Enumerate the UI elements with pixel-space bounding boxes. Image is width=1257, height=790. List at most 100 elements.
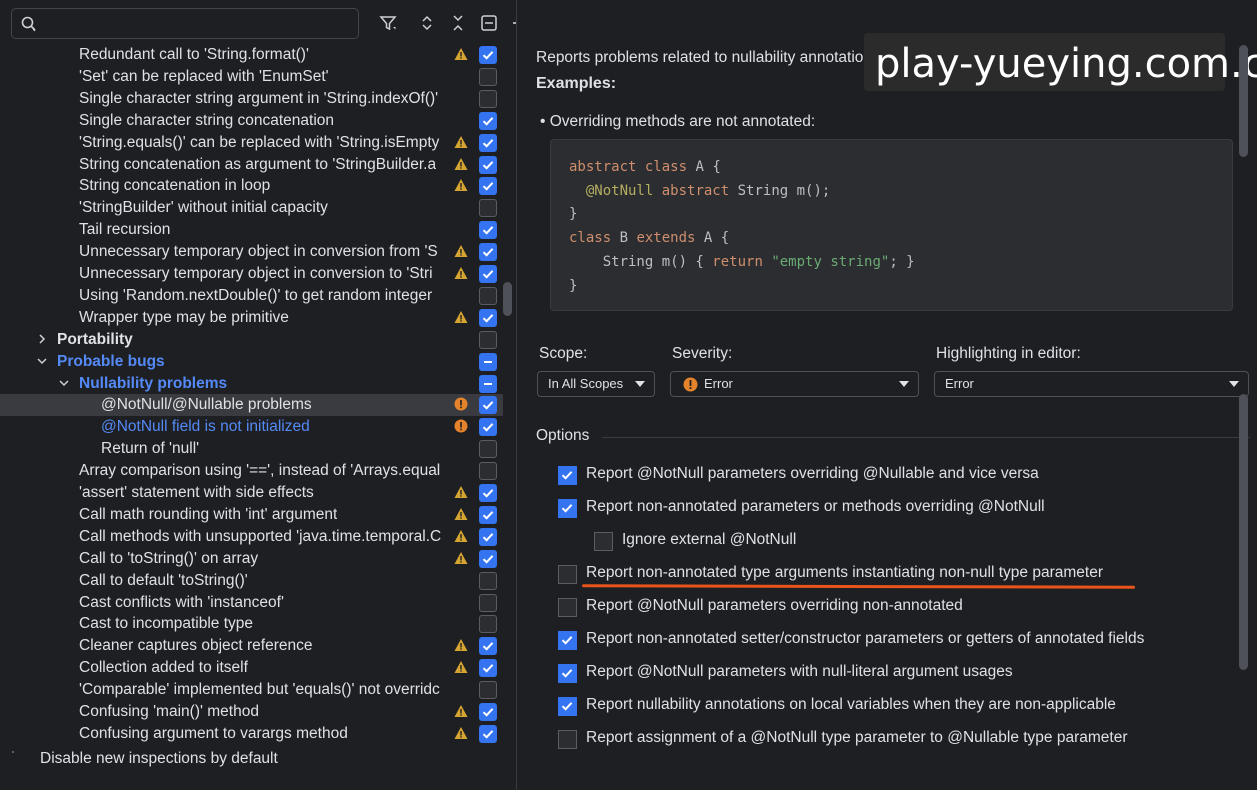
tree-row-checkbox[interactable]: [479, 505, 497, 524]
tree-row[interactable]: 'assert' statement with side effects: [0, 482, 503, 504]
option-label: Report nullability annotations on local …: [586, 696, 1116, 713]
search-icon: [21, 16, 36, 32]
tree-row[interactable]: Portability: [0, 329, 503, 351]
tree-row-checkbox[interactable]: [479, 133, 497, 152]
chevron-down-icon[interactable]: [57, 376, 71, 390]
tree-row-checkbox[interactable]: [479, 286, 497, 305]
tree-row-checkbox[interactable]: [479, 374, 497, 393]
tree-row-checkbox[interactable]: [479, 396, 497, 415]
filter-icon[interactable]: [377, 12, 399, 34]
examples-heading: Examples:: [536, 75, 617, 92]
tree-row-checkbox[interactable]: [479, 462, 497, 481]
details-scrollbar[interactable]: [1239, 45, 1248, 157]
tree-row-checkbox[interactable]: [479, 243, 497, 262]
tree-row[interactable]: String concatenation in loop: [0, 175, 503, 197]
chevron-down-icon[interactable]: [35, 354, 49, 368]
tree-row-checkbox[interactable]: [479, 89, 497, 108]
tree-row[interactable]: Redundant call to 'String.format()': [0, 44, 503, 66]
search-input[interactable]: [46, 13, 346, 35]
tree-row[interactable]: Unnecessary temporary object in conversi…: [0, 241, 503, 263]
option-checkbox[interactable]: [558, 499, 577, 518]
tree-row-checkbox[interactable]: [479, 681, 497, 700]
tree-row-checkbox[interactable]: [479, 484, 497, 502]
option-checkbox[interactable]: [558, 598, 577, 617]
tree-row-label: 'assert' statement with side effects: [79, 484, 314, 501]
tree-row-checkbox[interactable]: [479, 221, 497, 240]
tree-row-checkbox[interactable]: [479, 46, 497, 64]
option-checkbox[interactable]: [558, 664, 577, 683]
highlighting-dropdown[interactable]: Error: [934, 371, 1249, 397]
tree-row-checkbox[interactable]: [479, 637, 497, 656]
code-token: abstract: [661, 182, 730, 199]
options-scrollbar[interactable]: [1239, 394, 1248, 670]
tree-row-checkbox[interactable]: [479, 330, 497, 349]
tree-row[interactable]: Tail recursion: [0, 219, 503, 241]
inspections-tree[interactable]: Redundant call to 'String.format()' 'Set'…: [0, 44, 503, 744]
tree-row[interactable]: Nullability problems: [0, 373, 503, 395]
tree-row-checkbox[interactable]: [479, 724, 497, 743]
tree-row[interactable]: Call to default 'toString()': [0, 570, 503, 592]
expand-all-icon[interactable]: [416, 12, 438, 34]
option-checkbox[interactable]: [558, 565, 577, 584]
tree-row[interactable]: Confusing 'main()' method: [0, 701, 503, 723]
tree-row[interactable]: Return of 'null': [0, 438, 503, 460]
tree-row[interactable]: Confusing argument to varargs method: [0, 723, 503, 744]
tree-row[interactable]: Call methods with unsupported 'java.time…: [0, 526, 503, 548]
tree-row-checkbox[interactable]: [479, 199, 497, 218]
tree-row[interactable]: 'String.equals()' can be replaced with '…: [0, 132, 503, 154]
tree-row-label: Call to default 'toString()': [79, 571, 248, 589]
tree-row[interactable]: Unnecessary temporary object in conversi…: [0, 263, 503, 285]
tree-row-checkbox[interactable]: [479, 177, 497, 196]
tree-row-checkbox[interactable]: [479, 308, 497, 327]
tree-row[interactable]: Array comparison using '==', instead of …: [0, 460, 503, 482]
severity-dropdown[interactable]: Error: [670, 371, 919, 397]
tree-row[interactable]: String concatenation as argument to 'Str…: [0, 154, 503, 176]
tree-row-checkbox[interactable]: [479, 527, 497, 546]
tree-row-checkbox[interactable]: [479, 440, 497, 459]
scope-dropdown[interactable]: In All Scopes: [537, 371, 655, 397]
tree-scrollbar[interactable]: [503, 282, 512, 316]
tree-row[interactable]: @NotNull/@Nullable problems: [0, 394, 503, 417]
tree-row[interactable]: Single character string concatenation: [0, 110, 503, 132]
option-checkbox[interactable]: [558, 631, 577, 650]
tree-row[interactable]: Using 'Random.nextDouble()' to get rando…: [0, 285, 503, 307]
warning-icon: [454, 135, 468, 148]
tree-row[interactable]: Call math rounding with 'int' argument: [0, 504, 503, 526]
tree-row-checkbox[interactable]: [479, 352, 497, 371]
tree-row-checkbox[interactable]: [479, 155, 497, 174]
collapse-all-icon[interactable]: [447, 12, 469, 34]
tree-row-checkbox[interactable]: [479, 549, 497, 568]
tree-row-checkbox[interactable]: [479, 418, 497, 437]
tree-row-checkbox[interactable]: [479, 703, 497, 721]
tree-row[interactable]: Cast to incompatible type: [0, 613, 503, 635]
tree-row[interactable]: Probable bugs: [0, 351, 503, 373]
warning-icon: [454, 179, 468, 192]
tree-row-label: Confusing argument to varargs method: [79, 724, 348, 742]
tree-row-checkbox[interactable]: [479, 615, 497, 634]
search-field[interactable]: [11, 8, 359, 39]
collapse-icon[interactable]: [478, 12, 500, 34]
warning-icon: [454, 266, 468, 280]
option-checkbox[interactable]: [558, 730, 577, 749]
tree-row[interactable]: Call to 'toString()' on array: [0, 548, 503, 570]
tree-row[interactable]: 'Comparable' implemented but 'equals()' …: [0, 679, 503, 701]
tree-row-checkbox[interactable]: [479, 659, 497, 678]
chevron-right-icon[interactable]: [35, 332, 49, 346]
tree-row-checkbox[interactable]: [479, 265, 497, 283]
tree-row-checkbox[interactable]: [479, 593, 497, 612]
tree-row-checkbox[interactable]: [479, 571, 497, 590]
option-checkbox[interactable]: [558, 466, 577, 485]
tree-row[interactable]: Cast conflicts with 'instanceof': [0, 592, 503, 614]
tree-row[interactable]: Cleaner captures object reference: [0, 635, 503, 657]
tree-row[interactable]: 'Set' can be replaced with 'EnumSet': [0, 66, 503, 88]
tree-row[interactable]: @NotNull field is not initialized: [0, 416, 503, 438]
option-checkbox[interactable]: [594, 532, 613, 551]
tree-row[interactable]: Collection added to itself: [0, 657, 503, 679]
disable-new-inspections-checkbox[interactable]: [12, 751, 14, 753]
tree-row[interactable]: 'StringBuilder' without initial capacity: [0, 197, 503, 219]
tree-row[interactable]: Single character string argument in 'Str…: [0, 88, 503, 110]
tree-row[interactable]: Wrapper type may be primitive: [0, 307, 503, 329]
tree-row-checkbox[interactable]: [479, 67, 497, 86]
option-checkbox[interactable]: [558, 697, 577, 716]
tree-row-checkbox[interactable]: [479, 111, 497, 130]
